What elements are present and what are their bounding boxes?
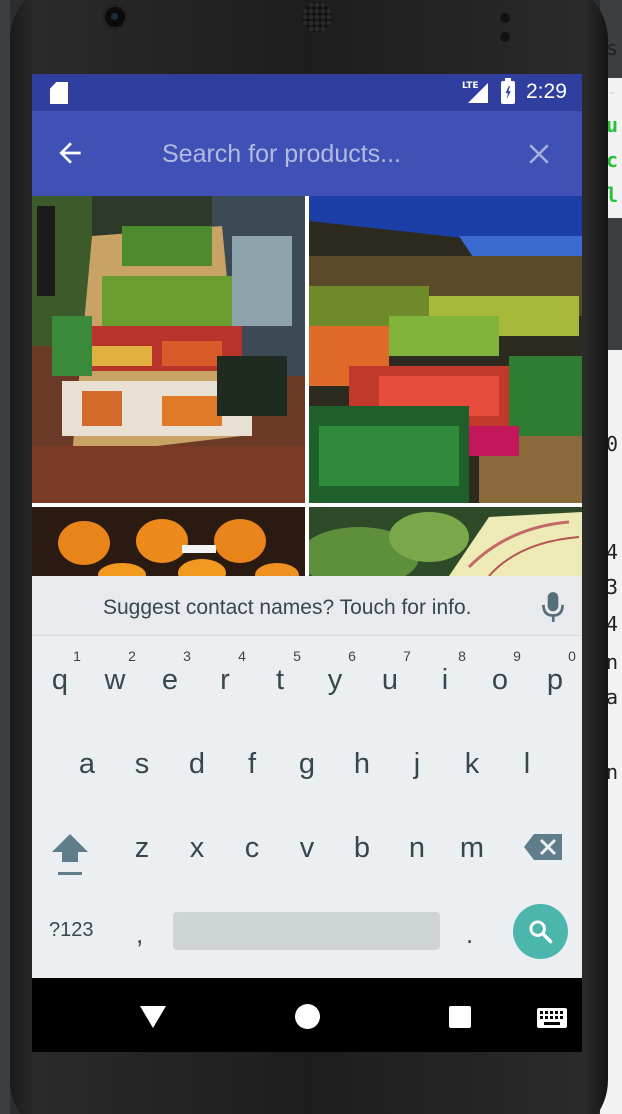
product-image-market-tarp[interactable] [309, 196, 582, 503]
nav-back-icon[interactable] [140, 1004, 166, 1028]
proximity-sensor [500, 8, 530, 42]
product-image-oranges[interactable] [32, 507, 305, 576]
key-g[interactable]: g [287, 748, 327, 781]
soft-keyboard: Suggest contact names? Touch for info. q… [32, 576, 582, 978]
key-p[interactable]: p [535, 664, 575, 697]
key-hint: 4 [238, 648, 246, 664]
key-hint: 2 [128, 648, 136, 664]
key-m[interactable]: m [452, 832, 492, 865]
status-bar: LTE 2:29 [32, 74, 582, 111]
key-c[interactable]: c [232, 832, 272, 865]
key-n[interactable]: n [397, 832, 437, 865]
key-hint: 6 [348, 648, 356, 664]
battery-charging-icon [501, 78, 515, 104]
backspace-key[interactable] [524, 832, 564, 862]
key-u[interactable]: u [370, 664, 410, 697]
key-j[interactable]: j [397, 748, 437, 781]
key-hint: 0 [568, 648, 576, 664]
navigation-bar [32, 978, 582, 1052]
product-grid [32, 196, 582, 576]
key-d[interactable]: d [177, 748, 217, 781]
key-hint: 5 [293, 648, 301, 664]
network-type: LTE [462, 81, 479, 91]
screenshot: s - u c l 0 4 3 4 n a n LTE 2:29 Search … [0, 0, 622, 1114]
key-x[interactable]: x [177, 832, 217, 865]
key-q[interactable]: q [40, 664, 80, 697]
search-input[interactable] [162, 133, 492, 175]
search-icon [529, 920, 553, 944]
key-hint: 7 [403, 648, 411, 664]
microphone-icon[interactable] [540, 590, 566, 624]
search-app-bar [32, 111, 582, 196]
front-camera [105, 7, 125, 27]
comma-key[interactable]: , [136, 919, 143, 950]
nav-recents-icon[interactable] [449, 1006, 471, 1028]
keyboard-suggestion-strip[interactable]: Suggest contact names? Touch for info. [32, 576, 582, 636]
back-button[interactable] [54, 137, 94, 171]
keyboard-switch-icon[interactable] [537, 1008, 567, 1028]
period-key[interactable]: . [466, 919, 473, 950]
key-s[interactable]: s [122, 748, 162, 781]
shift-key[interactable] [50, 830, 90, 878]
close-icon [529, 144, 549, 164]
phone-screen: LTE 2:29 Search for products... Suggest … [32, 74, 582, 1052]
key-k[interactable]: k [452, 748, 492, 781]
key-a[interactable]: a [67, 748, 107, 781]
ide-left-edge [0, 0, 10, 1114]
sd-card-icon [50, 82, 68, 104]
product-image-grocery-stall[interactable] [32, 196, 305, 503]
key-hint: 9 [513, 648, 521, 664]
key-h[interactable]: h [342, 748, 382, 781]
status-time: 2:29 [526, 80, 567, 103]
product-image-greens[interactable] [309, 507, 582, 576]
key-w[interactable]: w [95, 664, 135, 697]
key-hint: 1 [73, 648, 81, 664]
search-action-key[interactable] [513, 904, 568, 959]
key-i[interactable]: i [425, 664, 465, 697]
nav-home-icon[interactable] [295, 1004, 320, 1029]
clear-search-button[interactable] [524, 139, 554, 169]
key-y[interactable]: y [315, 664, 355, 697]
suggestion-text: Suggest contact names? Touch for info. [103, 596, 472, 619]
key-z[interactable]: z [122, 832, 162, 865]
key-o[interactable]: o [480, 664, 520, 697]
key-hint: 8 [458, 648, 466, 664]
key-b[interactable]: b [342, 832, 382, 865]
arrow-left-icon [59, 142, 81, 164]
key-e[interactable]: e [150, 664, 190, 697]
symbols-key[interactable]: ?123 [49, 919, 94, 942]
key-hint: 3 [183, 648, 191, 664]
key-r[interactable]: r [205, 664, 245, 697]
key-t[interactable]: t [260, 664, 300, 697]
key-f[interactable]: f [232, 748, 272, 781]
key-v[interactable]: v [287, 832, 327, 865]
earpiece-speaker [302, 2, 332, 32]
key-l[interactable]: l [507, 748, 547, 781]
space-key[interactable] [173, 912, 440, 950]
